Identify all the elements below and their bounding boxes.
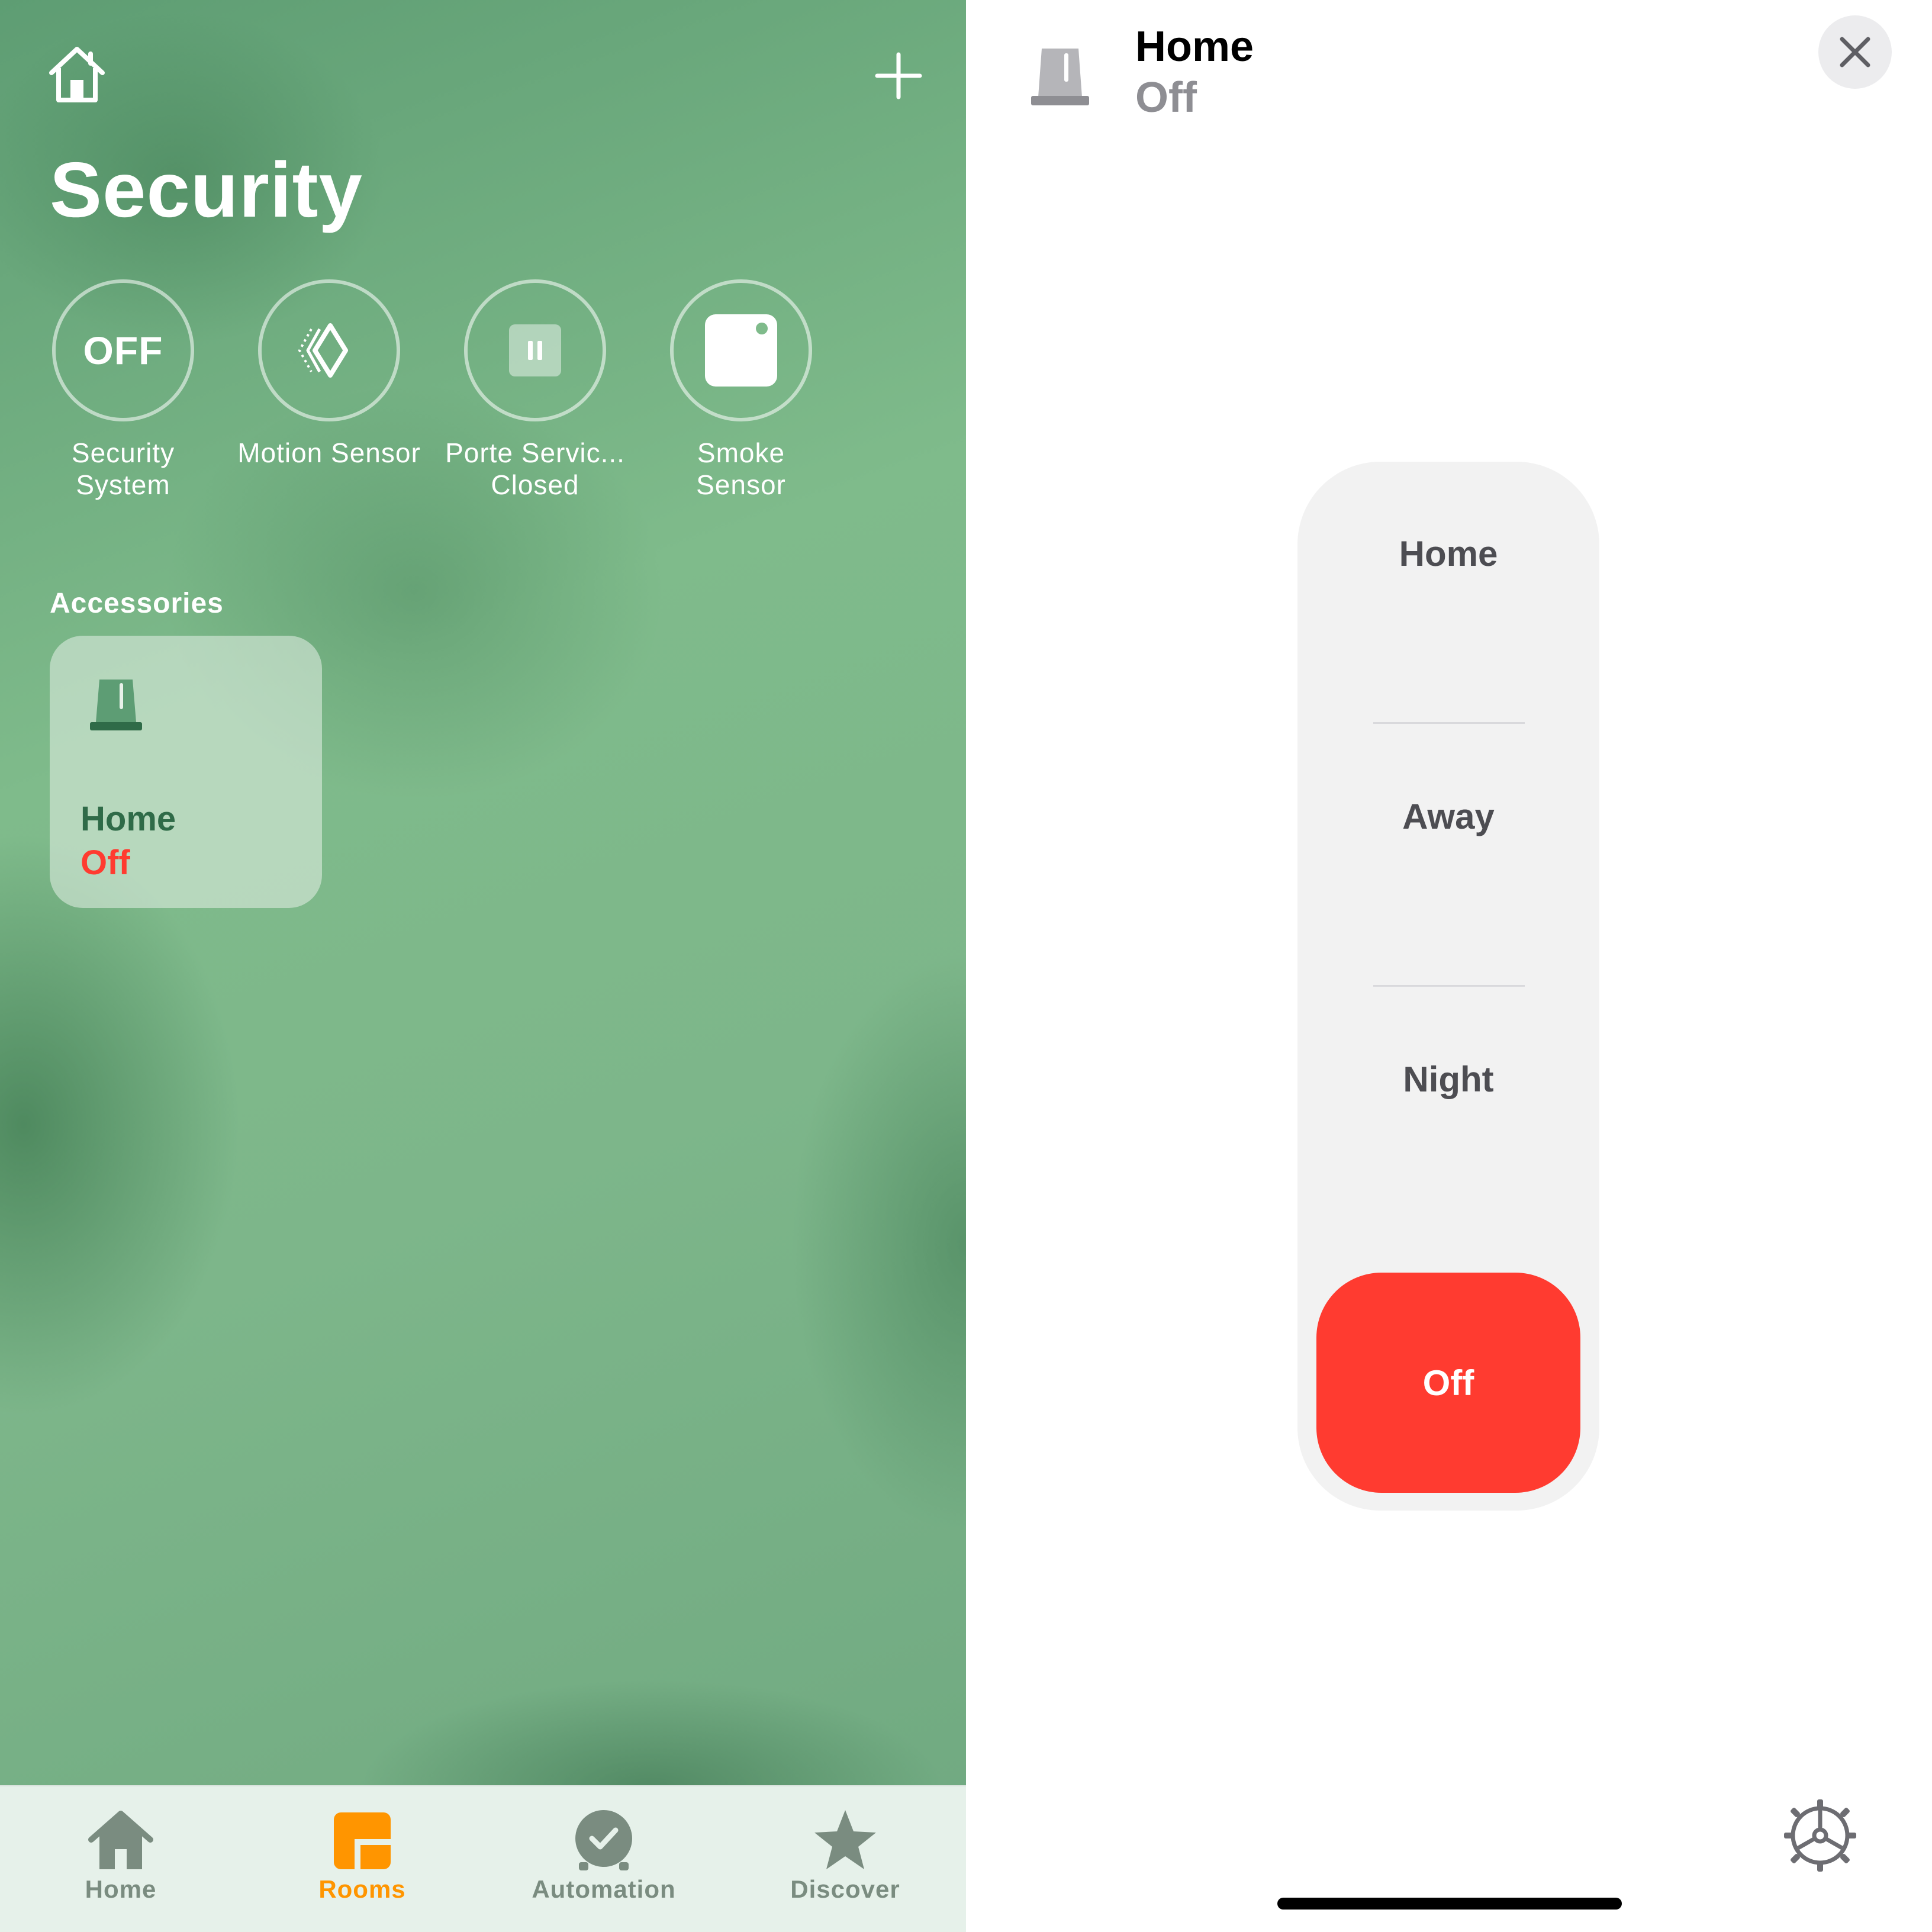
accessory-detail-sheet: Home Off Home Away Night Off (966, 0, 1932, 1932)
page-title: Security (50, 146, 363, 233)
house-icon (88, 1811, 153, 1869)
status-item-label: Porte Servic... Closed (445, 437, 625, 500)
status-item-motion-sensor[interactable]: Motion Sensor (228, 279, 430, 469)
home-icon-button[interactable] (41, 39, 112, 110)
mode-option-night[interactable]: Night (1297, 1044, 1599, 1115)
status-item-label: Smoke Sensor (696, 437, 786, 500)
tab-rooms[interactable]: Rooms (242, 1786, 483, 1932)
add-button[interactable] (862, 39, 935, 112)
accessory-status: Off (1135, 74, 1197, 121)
home-indicator[interactable] (1277, 1898, 1622, 1910)
automation-icon (575, 1810, 632, 1870)
tile-name: Home (80, 800, 176, 838)
status-item-security-system[interactable]: OFF Security System (22, 279, 224, 501)
close-icon (1840, 37, 1870, 67)
smoke-sensor-icon (705, 314, 777, 387)
security-siren-icon (90, 680, 142, 730)
accessory-name: Home (1135, 23, 1254, 70)
mode-divider (1373, 722, 1525, 724)
house-outline-icon (49, 47, 105, 102)
security-siren-icon (1031, 49, 1089, 105)
status-item-label: Motion Sensor (237, 437, 421, 468)
tab-label: Discover (790, 1875, 900, 1903)
security-mode-picker: Home Away Night Off (1297, 462, 1599, 1511)
tile-status: Off (80, 843, 130, 882)
section-header-accessories: Accessories (50, 588, 224, 619)
tab-home[interactable]: Home (0, 1786, 242, 1932)
security-off-badge: OFF (83, 329, 163, 372)
gear-icon (1784, 1799, 1856, 1872)
tab-bar: Home Rooms Automation Discover (0, 1785, 966, 1932)
close-button[interactable] (1818, 15, 1892, 89)
motion-status-circle (258, 279, 400, 421)
status-item-door[interactable]: Porte Servic... Closed (434, 279, 636, 501)
motion-sensor-icon (298, 323, 348, 378)
status-item-label: Security System (71, 437, 175, 500)
plus-icon (875, 52, 922, 99)
rooms-icon (334, 1812, 391, 1869)
tab-automation[interactable]: Automation (483, 1786, 724, 1932)
mode-divider (1373, 985, 1525, 987)
mode-option-home[interactable]: Home (1297, 519, 1599, 590)
tab-label: Home (85, 1875, 157, 1903)
door-status-circle (464, 279, 606, 421)
star-icon (814, 1810, 876, 1869)
accessory-tile-home-security[interactable]: Home Off (50, 636, 322, 908)
mode-option-off-selected[interactable]: Off (1316, 1273, 1580, 1493)
tab-discover[interactable]: Discover (724, 1786, 966, 1932)
tab-label: Rooms (318, 1875, 406, 1903)
room-view: Security OFF Security System Motion Sens… (0, 0, 966, 1932)
settings-button[interactable] (1782, 1797, 1859, 1874)
tab-label: Automation (532, 1875, 676, 1903)
door-closed-icon (509, 324, 561, 376)
smoke-status-circle (670, 279, 812, 421)
mode-option-away[interactable]: Away (1297, 781, 1599, 852)
security-status-circle: OFF (52, 279, 194, 421)
status-item-smoke-sensor[interactable]: Smoke Sensor (640, 279, 842, 501)
